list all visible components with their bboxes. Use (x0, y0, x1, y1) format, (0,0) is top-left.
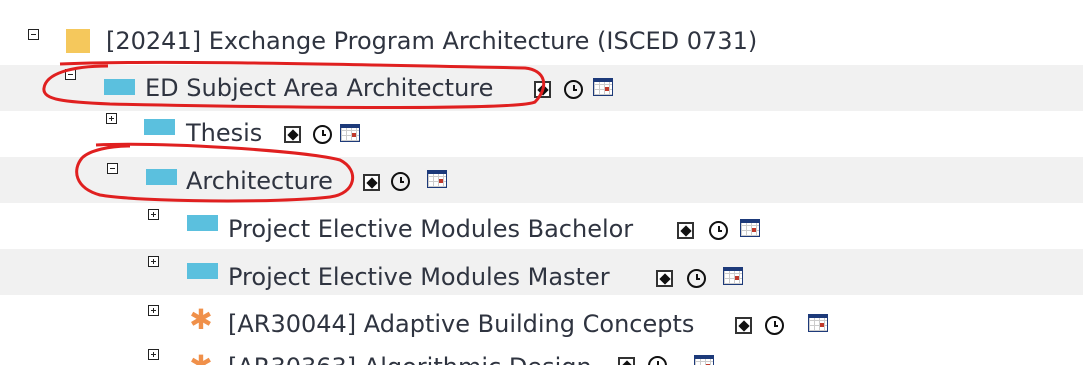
calendar-icon[interactable] (723, 267, 743, 285)
clock-icon[interactable] (391, 172, 410, 191)
expand-toggle-icon[interactable] (148, 209, 159, 220)
tree-row: ✱ [AR30363] Algorithmic Design (0, 345, 1083, 365)
tree-node-label[interactable]: Architecture (186, 167, 333, 195)
tree-node-label[interactable]: [AR30363] Algorithmic Design (228, 353, 592, 365)
blue-folder-icon (187, 263, 218, 279)
module-star-icon: ✱ (188, 352, 214, 365)
expand-toggle-icon[interactable] (148, 305, 159, 316)
clock-icon[interactable] (648, 356, 667, 365)
blue-folder-icon (187, 215, 218, 231)
expand-toggle-icon[interactable] (148, 256, 159, 267)
external-link-icon[interactable] (735, 317, 752, 334)
collapse-toggle-icon[interactable] (28, 29, 39, 40)
tree-node-label[interactable]: Project Elective Modules Master (228, 263, 610, 291)
tree-row: Project Elective Modules Master (0, 249, 1083, 295)
calendar-icon[interactable] (593, 78, 613, 96)
external-link-icon[interactable] (677, 222, 694, 239)
collapse-toggle-icon[interactable] (107, 163, 118, 174)
tree-node-label[interactable]: Project Elective Modules Bachelor (228, 215, 633, 243)
calendar-icon[interactable] (808, 314, 828, 332)
expand-toggle-icon[interactable] (148, 349, 159, 360)
tree-node-label[interactable]: [20241] Exchange Program Architecture (I… (106, 27, 757, 55)
tree-row: Architecture (0, 157, 1083, 203)
tree-node-label[interactable]: ED Subject Area Architecture (145, 74, 493, 102)
tree-row: Thesis (0, 111, 1083, 157)
clock-icon[interactable] (709, 221, 728, 240)
tree-row: Project Elective Modules Bachelor (0, 203, 1083, 249)
calendar-icon[interactable] (694, 355, 714, 365)
calendar-icon[interactable] (427, 170, 447, 188)
external-link-icon[interactable] (284, 126, 301, 143)
blue-folder-icon (104, 79, 135, 95)
tree-row: ED Subject Area Architecture (0, 65, 1083, 111)
tree-node-label[interactable]: Thesis (186, 119, 262, 147)
yellow-folder-icon (66, 29, 90, 53)
tree-row-root: [20241] Exchange Program Architecture (I… (0, 19, 1083, 65)
collapse-toggle-icon[interactable] (65, 69, 76, 80)
calendar-icon[interactable] (340, 124, 360, 142)
blue-folder-icon (144, 119, 175, 135)
tree-node-label[interactable]: [AR30044] Adaptive Building Concepts (228, 310, 694, 338)
blue-folder-icon (146, 169, 177, 185)
clock-icon[interactable] (765, 316, 784, 335)
calendar-icon[interactable] (740, 219, 760, 237)
clock-icon[interactable] (564, 80, 583, 99)
clock-icon[interactable] (687, 269, 706, 288)
tree-row: ✱ [AR30044] Adaptive Building Concepts (0, 295, 1083, 341)
external-link-icon[interactable] (656, 270, 673, 287)
clock-icon[interactable] (313, 125, 332, 144)
expand-toggle-icon[interactable] (106, 113, 117, 124)
module-star-icon: ✱ (189, 303, 213, 336)
external-link-icon[interactable] (363, 174, 380, 191)
external-link-icon[interactable] (534, 81, 551, 98)
external-link-icon[interactable] (618, 357, 635, 365)
